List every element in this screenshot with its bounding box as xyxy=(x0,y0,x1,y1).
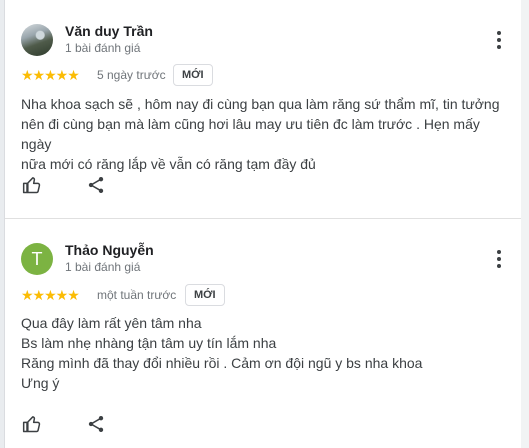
reviewer-name[interactable]: Thảo Nguyễn xyxy=(65,242,154,258)
review-count: 1 bài đánh giá xyxy=(65,260,141,274)
new-badge: MỚI xyxy=(173,64,213,86)
rating-stars: ★★★★★ xyxy=(21,287,80,303)
share-icon[interactable] xyxy=(84,412,108,436)
new-badge: MỚI xyxy=(185,284,225,306)
map-edge xyxy=(521,0,529,448)
review-text: Qua đây làm rất yên tâm nha Bs làm nhẹ n… xyxy=(21,315,423,391)
review-date: 5 ngày trước xyxy=(97,68,166,82)
reviews-panel: Văn duy Trần 1 bài đánh giá ★★★★★ 5 ngày… xyxy=(4,0,522,448)
rating-stars: ★★★★★ xyxy=(21,67,80,83)
thumbs-up-icon[interactable] xyxy=(20,173,44,197)
avatar[interactable]: T xyxy=(21,243,53,275)
review-count: 1 bài đánh giá xyxy=(65,41,141,55)
thumbs-up-icon[interactable] xyxy=(20,412,44,436)
review-text: Nha khoa sạch sẽ , hôm nay đi cùng bạn q… xyxy=(21,96,500,172)
more-options-icon[interactable] xyxy=(489,249,509,269)
more-options-icon[interactable] xyxy=(489,30,509,50)
reviewer-name[interactable]: Văn duy Trần xyxy=(65,23,153,39)
review-card: Văn duy Trần 1 bài đánh giá ★★★★★ 5 ngày… xyxy=(5,0,521,219)
review-date: một tuần trước xyxy=(97,288,177,302)
share-icon[interactable] xyxy=(84,173,108,197)
review-card: T Thảo Nguyễn 1 bài đánh giá ★★★★★ một t… xyxy=(5,219,521,448)
avatar[interactable] xyxy=(21,24,53,56)
